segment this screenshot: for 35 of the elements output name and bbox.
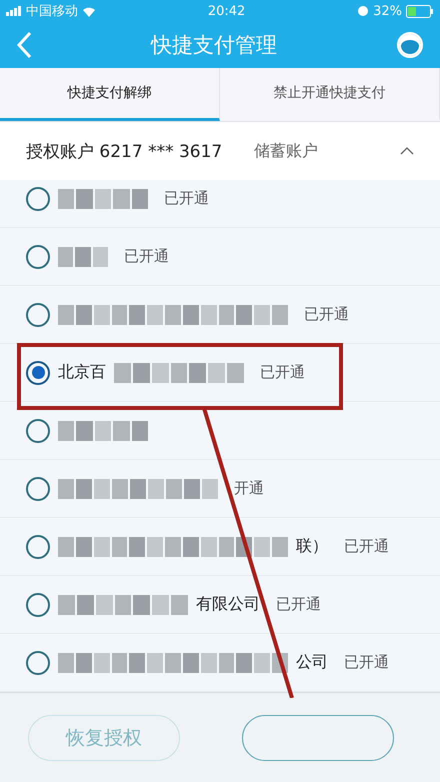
clock-time: 20:42 [208, 4, 246, 18]
status-label: 已开通 [260, 363, 305, 382]
back-icon[interactable] [16, 31, 32, 59]
wifi-icon [82, 6, 96, 16]
account-number: 授权账户 6217 *** 3617 [26, 140, 224, 162]
merchant-name: 有限公司 [196, 594, 260, 615]
status-label: 已开通 [164, 189, 209, 208]
status-label: 已开通 [124, 247, 169, 266]
support-icon[interactable] [396, 31, 424, 59]
radio-button[interactable] [26, 418, 50, 442]
radio-button[interactable] [26, 302, 50, 326]
alarm-icon [357, 5, 370, 17]
page-title: 快捷支付管理 [151, 32, 277, 59]
radio-button[interactable] [26, 476, 50, 500]
status-label: 已开通 [344, 537, 389, 556]
status-label: 开通 [234, 479, 264, 498]
status-label: 已开通 [276, 595, 321, 614]
status-label: 已开通 [344, 653, 389, 672]
chevron-icon[interactable] [400, 147, 414, 155]
radio-button[interactable] [26, 534, 50, 558]
radio-button[interactable] [26, 360, 50, 384]
battery-icon [406, 4, 434, 18]
battery-percent: 32% [373, 4, 402, 18]
tab[interactable]: 快捷支付解绑 [0, 68, 220, 121]
merchant-name: 联） [296, 536, 328, 557]
merchant-name: 北京百 [58, 362, 106, 383]
signal-icon [6, 6, 22, 16]
radio-button[interactable] [26, 592, 50, 616]
radio-button[interactable] [26, 650, 50, 674]
account-type: 储蓄账户 [254, 140, 319, 162]
radio-button[interactable] [26, 186, 50, 210]
carrier-name: 中国移动 [26, 3, 78, 20]
radio-button[interactable] [26, 244, 50, 268]
merchant-name: 公司 [296, 652, 328, 673]
status-label: 已开通 [304, 305, 349, 324]
